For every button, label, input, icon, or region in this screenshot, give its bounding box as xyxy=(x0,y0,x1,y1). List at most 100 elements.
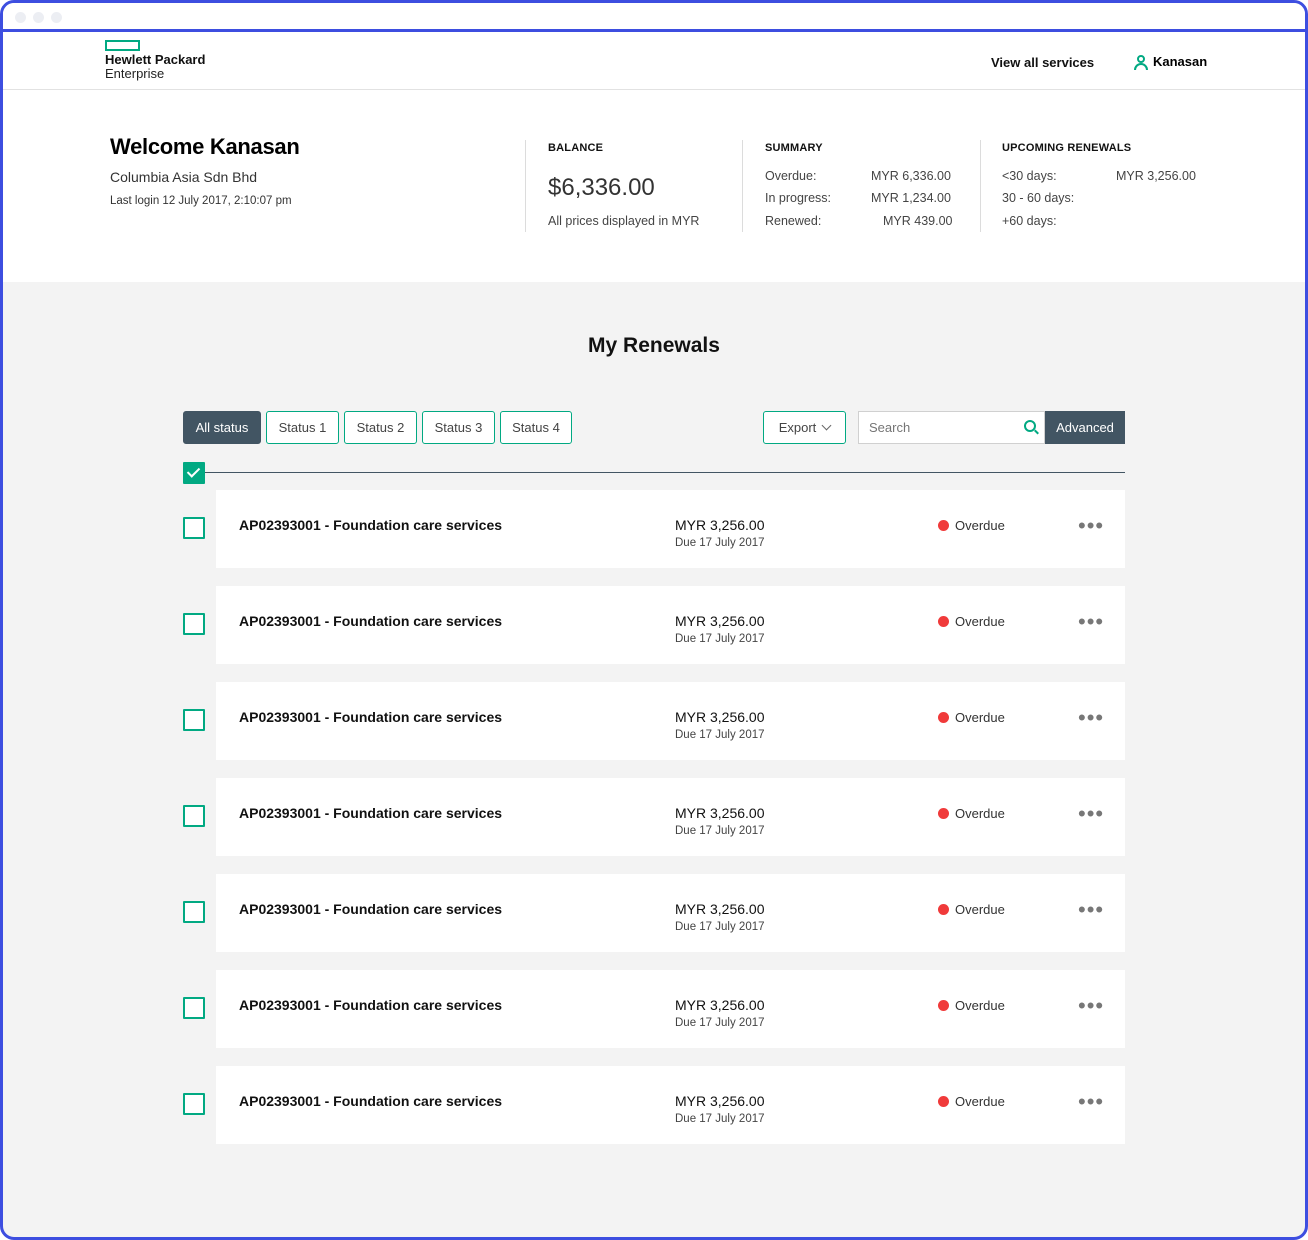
renewal-row[interactable]: AP02393001 - Foundation care services MYR… xyxy=(216,970,1125,1048)
filter-status-4[interactable]: Status 4 xyxy=(500,411,572,444)
renewal-title[interactable]: AP02393001 - Foundation care services xyxy=(239,997,502,1013)
divider xyxy=(525,140,526,232)
summary-label-in-progress: In progress: xyxy=(765,191,832,205)
status-dot-icon xyxy=(938,616,949,627)
renewal-amount: MYR 3,256.00 xyxy=(675,901,765,917)
page-title: My Renewals xyxy=(588,334,720,357)
row-checkbox[interactable] xyxy=(183,1093,205,1115)
more-options-icon[interactable]: ••• xyxy=(1078,899,1104,921)
status-badge: Overdue xyxy=(955,614,1005,629)
renewal-row[interactable]: AP02393001 - Foundation care services MYR… xyxy=(216,682,1125,760)
renewal-title[interactable]: AP02393001 - Foundation care services xyxy=(239,709,502,725)
renewal-amount: MYR 3,256.00 xyxy=(675,613,765,629)
filter-all-status[interactable]: All status xyxy=(183,411,261,444)
status-dot-icon xyxy=(938,712,949,723)
window-maximize-dot[interactable] xyxy=(51,12,62,23)
hpe-logo[interactable]: Hewlett Packard Enterprise xyxy=(105,40,205,81)
renewal-title[interactable]: AP02393001 - Foundation care services xyxy=(239,1093,502,1109)
summary-value-renewed: MYR 439.00 xyxy=(883,214,953,228)
renewal-amount: MYR 3,256.00 xyxy=(675,517,765,533)
export-button[interactable]: Export xyxy=(763,411,846,444)
row-checkbox[interactable] xyxy=(183,517,205,539)
renewal-title[interactable]: AP02393001 - Foundation care services xyxy=(239,805,502,821)
renewal-due-date: Due 17 July 2017 xyxy=(675,537,765,549)
last-login: Last login 12 July 2017, 2:10:07 pm xyxy=(110,195,292,207)
upcoming-label-lt30: <30 days: xyxy=(1002,169,1057,183)
balance-value: $6,336.00 xyxy=(548,174,655,201)
browser-frame: Hewlett Packard Enterprise View all serv… xyxy=(0,0,1308,1240)
row-checkbox[interactable] xyxy=(183,901,205,923)
upcoming-title: UPCOMING RENEWALS xyxy=(1002,142,1132,154)
window-close-dot[interactable] xyxy=(15,12,26,23)
renewal-row[interactable]: AP02393001 - Foundation care services MYR… xyxy=(216,586,1125,664)
divider xyxy=(742,140,743,232)
status-dot-icon xyxy=(938,520,949,531)
more-options-icon[interactable]: ••• xyxy=(1078,803,1104,825)
status-badge: Overdue xyxy=(955,902,1005,917)
renewal-row[interactable]: AP02393001 - Foundation care services MYR… xyxy=(216,1066,1125,1144)
check-icon xyxy=(186,464,201,478)
renewal-amount: MYR 3,256.00 xyxy=(675,805,765,821)
summary-value-overdue: MYR 6,336.00 xyxy=(871,169,951,183)
renewals-section: My Renewals All status Status 1 Status 2… xyxy=(3,282,1305,1237)
user-name: Kanasan xyxy=(1153,54,1208,69)
upcoming-value-lt30: MYR 3,256.00 xyxy=(1116,169,1196,183)
search-input[interactable] xyxy=(858,411,1045,444)
welcome-block: Welcome Kanasan Columbia Asia Sdn Bhd La… xyxy=(110,134,300,207)
status-badge: Overdue xyxy=(955,710,1005,725)
balance-title: BALANCE xyxy=(548,142,604,154)
row-checkbox[interactable] xyxy=(183,997,205,1019)
renewal-row[interactable]: AP02393001 - Foundation care services MYR… xyxy=(216,874,1125,952)
chevron-down-icon xyxy=(821,420,832,431)
renewal-title[interactable]: AP02393001 - Foundation care services xyxy=(239,901,502,917)
search-icon[interactable] xyxy=(1024,420,1039,435)
summary-title: SUMMARY xyxy=(765,142,823,154)
renewal-due-date: Due 17 July 2017 xyxy=(675,729,765,741)
renewal-amount: MYR 3,256.00 xyxy=(675,997,765,1013)
renewal-row[interactable]: AP02393001 - Foundation care services MYR… xyxy=(216,778,1125,856)
renewal-due-date: Due 17 July 2017 xyxy=(675,921,765,933)
renewal-due-date: Due 17 July 2017 xyxy=(675,1017,765,1029)
upcoming-label-60plus: +60 days: xyxy=(1002,214,1057,228)
more-options-icon[interactable]: ••• xyxy=(1078,707,1104,729)
advanced-search-button[interactable]: Advanced xyxy=(1045,411,1125,444)
status-badge: Overdue xyxy=(955,998,1005,1013)
top-header: Hewlett Packard Enterprise View all serv… xyxy=(3,32,1305,90)
renewal-due-date: Due 17 July 2017 xyxy=(675,1113,765,1125)
row-checkbox[interactable] xyxy=(183,613,205,635)
window-minimize-dot[interactable] xyxy=(33,12,44,23)
more-options-icon[interactable]: ••• xyxy=(1078,995,1104,1017)
hpe-logo-icon xyxy=(105,40,140,51)
renewal-row[interactable]: AP02393001 - Foundation care services MYR… xyxy=(216,490,1125,568)
renewal-title[interactable]: AP02393001 - Foundation care services xyxy=(239,613,502,629)
more-options-icon[interactable]: ••• xyxy=(1078,1091,1104,1113)
row-checkbox[interactable] xyxy=(183,805,205,827)
company-name: Columbia Asia Sdn Bhd xyxy=(110,169,258,185)
filter-status-3[interactable]: Status 3 xyxy=(422,411,495,444)
filter-status-1[interactable]: Status 1 xyxy=(266,411,339,444)
more-options-icon[interactable]: ••• xyxy=(1078,611,1104,633)
filter-status-2[interactable]: Status 2 xyxy=(344,411,417,444)
more-options-icon[interactable]: ••• xyxy=(1078,515,1104,537)
renewal-title[interactable]: AP02393001 - Foundation care services xyxy=(239,517,502,533)
upcoming-label-30-60: 30 - 60 days: xyxy=(1002,191,1075,205)
window-chrome xyxy=(3,3,1305,32)
balance-note: All prices displayed in MYR xyxy=(548,214,700,228)
welcome-title: Welcome Kanasan xyxy=(110,134,300,159)
row-checkbox[interactable] xyxy=(183,709,205,731)
status-dot-icon xyxy=(938,1096,949,1107)
user-menu[interactable]: Kanasan xyxy=(1134,54,1208,70)
view-all-services-link[interactable]: View all services xyxy=(991,55,1094,70)
status-badge: Overdue xyxy=(955,1094,1005,1109)
renewal-due-date: Due 17 July 2017 xyxy=(675,825,765,837)
summary-label-renewed: Renewed: xyxy=(765,214,822,228)
status-dot-icon xyxy=(938,904,949,915)
status-dot-icon xyxy=(938,1000,949,1011)
summary-label-overdue: Overdue: xyxy=(765,169,817,183)
status-dot-icon xyxy=(938,808,949,819)
renewal-amount: MYR 3,256.00 xyxy=(675,1093,765,1109)
status-badge: Overdue xyxy=(955,806,1005,821)
logo-line1: Hewlett Packard xyxy=(105,52,206,67)
select-all-checkbox[interactable] xyxy=(183,462,205,484)
renewal-due-date: Due 17 July 2017 xyxy=(675,633,765,645)
